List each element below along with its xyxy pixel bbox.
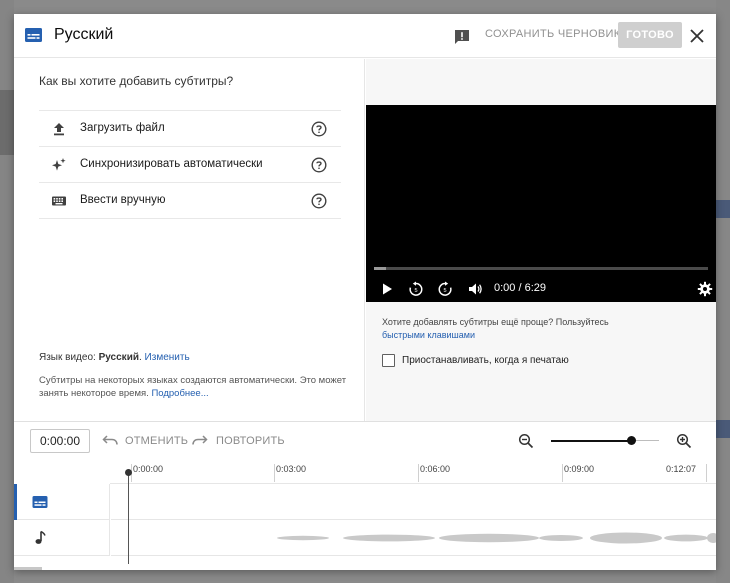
option-label: Ввести вручную bbox=[80, 194, 166, 206]
video-language-value: Русский bbox=[98, 352, 139, 363]
sparkle-icon bbox=[52, 158, 66, 171]
option-label: Загрузить файл bbox=[80, 122, 165, 134]
help-icon[interactable] bbox=[311, 121, 327, 137]
ruler-tick bbox=[274, 464, 275, 482]
option-label: Синхронизировать автоматически bbox=[80, 158, 263, 170]
add-method-question: Как вы хотите добавить субтитры? bbox=[39, 74, 234, 88]
video-language-prefix: Язык видео: bbox=[39, 352, 96, 363]
timeline-ruler[interactable]: 0:00:00 0:03:00 0:06:00 0:09:00 0:12:07 bbox=[110, 462, 716, 484]
subtitles-icon bbox=[32, 496, 48, 508]
video-language-line: Язык видео: Русский. Изменить bbox=[39, 352, 190, 363]
background-button-2 bbox=[716, 420, 730, 438]
subtitle-track-label[interactable] bbox=[14, 484, 109, 520]
svg-text:5: 5 bbox=[414, 288, 417, 294]
zoom-slider-handle[interactable] bbox=[627, 436, 636, 445]
change-language-link[interactable]: Изменить bbox=[145, 352, 190, 363]
audio-track[interactable] bbox=[111, 520, 716, 556]
track-labels bbox=[14, 484, 110, 556]
add-method-pane: Как вы хотите добавить субтитры? Загрузи… bbox=[14, 59, 365, 421]
ruler-label: 0:00:00 bbox=[133, 464, 164, 474]
video-time: 0:00 / 6:29 bbox=[494, 282, 546, 294]
shortcuts-hint: Хотите добавлять субтитры ещё проще? Пол… bbox=[382, 316, 702, 342]
keyboard-shortcuts-link[interactable]: быстрыми клавишами bbox=[382, 330, 475, 340]
learn-more-link[interactable]: Подробнее... bbox=[151, 388, 208, 399]
subtitle-track[interactable] bbox=[111, 484, 716, 520]
option-upload-file[interactable]: Загрузить файл bbox=[39, 111, 341, 147]
zoom-slider-fill bbox=[551, 439, 631, 442]
pause-while-typing-checkbox[interactable] bbox=[382, 354, 395, 367]
ruler-label: 0:03:00 bbox=[276, 464, 307, 474]
forward-5-icon[interactable]: 5 bbox=[437, 281, 453, 297]
audio-track-label[interactable] bbox=[14, 520, 109, 556]
shortcuts-hint-text: Хотите добавлять субтитры ещё проще? Пол… bbox=[382, 317, 609, 327]
background-left-edge bbox=[0, 0, 14, 583]
preview-pane: 5 5 0:00 / 6:29 Хотите добавлять субтитр… bbox=[366, 59, 716, 421]
background-button bbox=[716, 200, 730, 218]
playhead-line[interactable] bbox=[128, 472, 129, 564]
save-draft-button[interactable]: СОХРАНИТЬ ЧЕРНОВИК bbox=[485, 28, 620, 40]
video-player[interactable]: 5 5 0:00 / 6:29 bbox=[366, 105, 716, 302]
undo-icon[interactable] bbox=[102, 433, 118, 447]
audio-waveform bbox=[277, 532, 716, 544]
ruler-label: 0:09:00 bbox=[564, 464, 595, 474]
subtitles-icon bbox=[25, 28, 42, 42]
horizontal-scrollbar[interactable] bbox=[14, 567, 42, 570]
ruler-tick bbox=[418, 464, 419, 482]
timeline-panel: 0:00:00 ОТМЕНИТЬ ПОВТОРИТЬ 0:00:00 0:03:… bbox=[14, 421, 716, 570]
feedback-icon[interactable] bbox=[454, 29, 470, 45]
pause-while-typing-label[interactable]: Приостанавливать, когда я печатаю bbox=[402, 355, 569, 366]
timeline-tracks[interactable] bbox=[111, 484, 716, 556]
option-type-manually[interactable]: Ввести вручную bbox=[39, 183, 341, 219]
playhead-handle[interactable] bbox=[125, 469, 132, 476]
ruler-tick bbox=[562, 464, 563, 482]
help-icon[interactable] bbox=[311, 193, 327, 209]
ruler-tick bbox=[706, 464, 707, 482]
keyboard-icon bbox=[52, 196, 66, 206]
zoom-in-icon[interactable] bbox=[676, 433, 692, 449]
auto-subtitles-note: Субтитры на некоторых языках создаются а… bbox=[39, 374, 349, 400]
undo-button[interactable]: ОТМЕНИТЬ bbox=[125, 435, 188, 447]
dialog-header: Русский СОХРАНИТЬ ЧЕРНОВИК ГОТОВО bbox=[14, 14, 716, 58]
add-method-list: Загрузить файл Синхронизировать автомати… bbox=[39, 110, 341, 219]
ruler-label: 0:06:00 bbox=[420, 464, 451, 474]
zoom-out-icon[interactable] bbox=[518, 433, 534, 449]
redo-icon[interactable] bbox=[192, 433, 208, 447]
music-note-icon bbox=[35, 530, 46, 544]
option-auto-sync[interactable]: Синхронизировать автоматически bbox=[39, 147, 341, 183]
svg-text:5: 5 bbox=[443, 288, 446, 294]
background-thumbnail bbox=[0, 90, 14, 155]
upload-icon bbox=[54, 123, 64, 136]
dialog-title: Русский bbox=[54, 26, 114, 43]
video-progress-bar[interactable] bbox=[374, 267, 708, 270]
help-icon[interactable] bbox=[311, 157, 327, 173]
current-time-field[interactable]: 0:00:00 bbox=[30, 429, 90, 453]
rewind-5-icon[interactable]: 5 bbox=[408, 281, 424, 297]
video-progress-fill bbox=[374, 267, 386, 270]
subtitle-editor-dialog: Русский СОХРАНИТЬ ЧЕРНОВИК ГОТОВО Как вы… bbox=[14, 14, 716, 570]
volume-icon[interactable] bbox=[467, 281, 483, 297]
background-right-edge bbox=[716, 0, 730, 583]
ruler-label: 0:12:07 bbox=[666, 464, 697, 474]
redo-button[interactable]: ПОВТОРИТЬ bbox=[216, 435, 285, 447]
done-button[interactable]: ГОТОВО bbox=[618, 22, 682, 48]
settings-gear-icon[interactable] bbox=[697, 281, 713, 297]
play-icon[interactable] bbox=[379, 281, 395, 297]
close-icon[interactable] bbox=[687, 26, 707, 46]
